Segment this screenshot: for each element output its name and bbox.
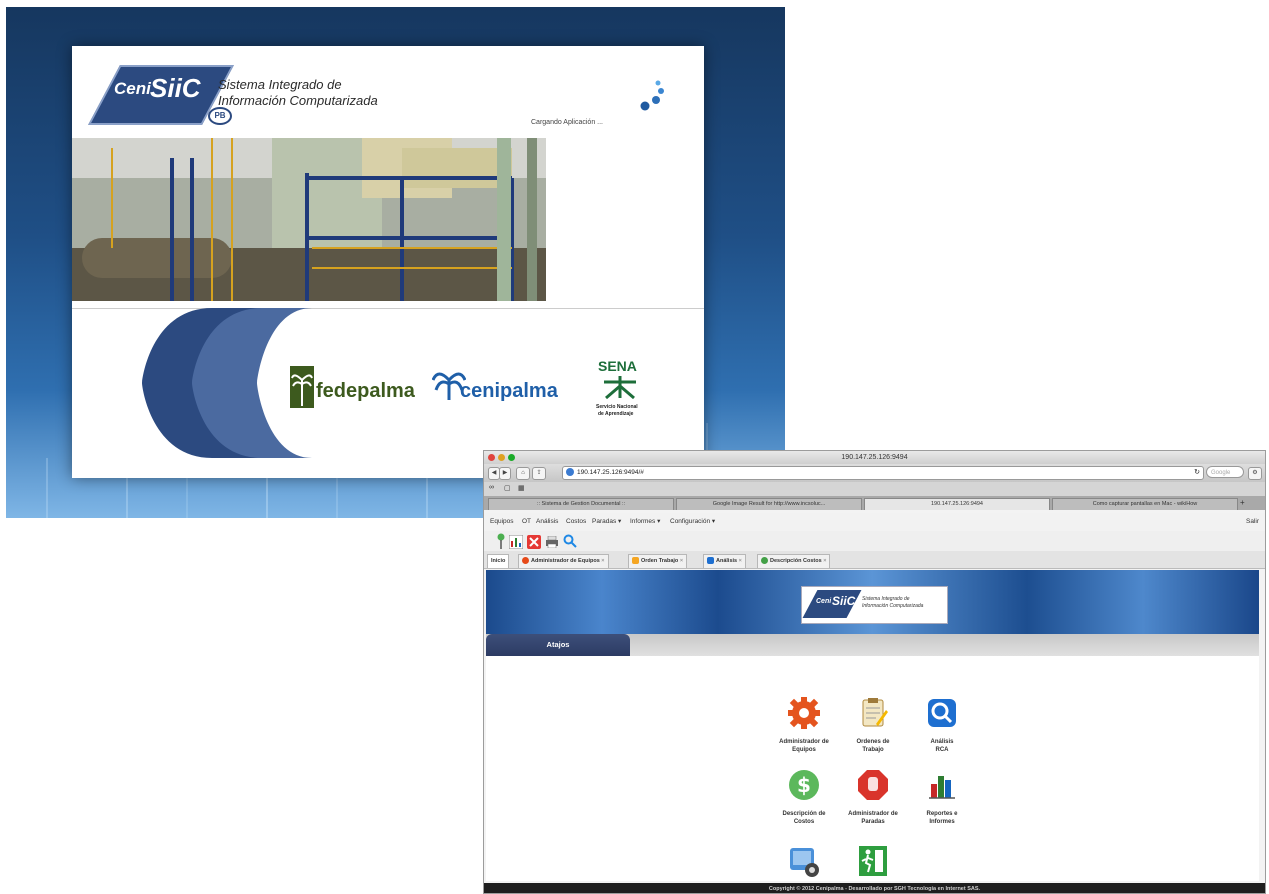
print-icon[interactable] (545, 536, 559, 548)
menu-informes[interactable]: Informes ▾ (630, 513, 660, 531)
menu-salir[interactable]: Salir (1246, 513, 1259, 531)
delete-icon[interactable] (527, 535, 541, 549)
tab-descripcion-costos[interactable]: Descripción Costos × (757, 554, 831, 568)
stop-hand-icon (858, 770, 888, 800)
browser-tab[interactable]: Google Image Result for http://www.incso… (676, 498, 862, 510)
magnifier-icon (707, 557, 714, 565)
palm-icon (290, 366, 314, 408)
app-banner: Ceni SiiC Sistema Integrado de Informaci… (486, 570, 1259, 638)
menu-configuracion[interactable]: Configuración ▾ (670, 513, 715, 531)
svg-text:$: $ (797, 773, 811, 797)
url-field[interactable]: 190.147.25.126:9494/# ↻ (562, 466, 1204, 480)
window-titlebar: 190.147.25.126:9494 (484, 451, 1265, 464)
window-title: 190.147.25.126:9494 (841, 454, 908, 461)
menu-costos[interactable]: Costos (566, 513, 586, 531)
loading-text: Cargando Aplicación ... (531, 119, 603, 126)
brand-swoosh (142, 308, 312, 458)
menu-paradas[interactable]: Paradas ▾ (592, 513, 621, 531)
app-icon-toolbar (484, 531, 1265, 551)
gear-icon (522, 557, 529, 565)
share-button[interactable]: ⇪ (532, 467, 546, 480)
bookmarks-bar: ∞ ▢ ▦ (484, 482, 1265, 496)
pin-icon[interactable] (496, 533, 506, 549)
bar-chart-icon (929, 776, 955, 799)
loading-spinner-icon (640, 80, 664, 111)
shortcut-descripcion-costos[interactable]: $ Descripción de Costos (769, 768, 839, 826)
close-window-button[interactable] (488, 454, 495, 461)
zoom-window-button[interactable] (508, 454, 515, 461)
shortcut-configuracion[interactable] (769, 844, 839, 883)
browser-tab-strip: :: Sistema de Gestion Documental :: Goog… (484, 496, 1265, 510)
chart-edit-icon[interactable] (509, 535, 523, 549)
shortcut-administrador-paradas[interactable]: Administrador de Paradas (838, 768, 908, 826)
exit-icon (859, 846, 887, 876)
close-tab-icon[interactable]: × (680, 558, 683, 564)
reload-icon[interactable]: ↻ (1194, 467, 1200, 479)
close-tab-icon[interactable]: × (601, 558, 604, 564)
sena-logo: SENA Servicio Nacional de Aprendizaje (592, 358, 652, 428)
app-tab-strip: Inicio Administrador de Equipos × Orden … (484, 551, 1265, 569)
shortcut-administrador-equipos[interactable]: Administrador de Equipos (769, 696, 839, 754)
top-sites-icon[interactable]: ▦ (518, 484, 525, 492)
browser-tab-active[interactable]: 190.147.25.126:9494 (864, 498, 1050, 510)
gear-icon (788, 697, 820, 729)
browser-toolbar: ◀ ▶ ⌂ ⇪ 190.147.25.126:9494/# ↻ Google ⚙ (484, 464, 1265, 482)
reading-list-icon[interactable]: ∞ (489, 484, 494, 491)
magnifier-icon (928, 699, 956, 727)
shortcut-ordenes-trabajo[interactable]: Ordenes de Trabajo (838, 696, 908, 754)
atajos-tab[interactable]: Atajos (486, 634, 630, 656)
dollar-icon (761, 557, 768, 565)
search-field[interactable]: Google (1206, 466, 1244, 478)
shortcut-reportes-informes[interactable]: Reportes e Informes (907, 768, 977, 826)
clipboard-icon (632, 557, 639, 565)
dollar-icon: $ (789, 770, 819, 800)
splash-card: Ceni SiiC PB Sistema Integrado de Inform… (72, 46, 704, 478)
search-icon[interactable] (563, 534, 577, 548)
banner-logo: Ceni SiiC Sistema Integrado de Informaci… (801, 586, 948, 624)
browser-window: 190.147.25.126:9494 ◀ ▶ ⌂ ⇪ 190.147.25.1… (483, 450, 1266, 894)
app-footer: Copyright © 2012 Cenipalma - Desarrollad… (484, 883, 1265, 893)
browser-tab[interactable]: Como capturar pantallas en Mac - wikiHow (1052, 498, 1238, 510)
globe-icon (566, 468, 574, 477)
close-tab-icon[interactable]: × (823, 558, 826, 564)
menu-analisis[interactable]: Análisis (536, 513, 558, 531)
shortcuts-panel: Administrador de Equipos Ordenes de Trabaj… (486, 656, 1259, 881)
system-preferences-icon (790, 848, 819, 877)
sena-figure-icon (604, 376, 636, 400)
tab-orden-trabajo[interactable]: Orden Trabajo × (628, 554, 688, 568)
tab-administrador-equipos[interactable]: Administrador de Equipos × (518, 554, 609, 568)
shortcut-salir[interactable] (838, 844, 908, 883)
home-button[interactable]: ⌂ (516, 467, 530, 480)
tab-analisis[interactable]: Análisis × (703, 554, 746, 568)
new-tab-button[interactable]: + (1240, 498, 1245, 507)
close-tab-icon[interactable]: × (739, 558, 742, 564)
ceni-siic-logo: Ceni SiiC PB Sistema Integrado de Inform… (88, 63, 420, 129)
url-text: 190.147.25.126:9494/# (577, 469, 644, 476)
settings-gear-icon[interactable]: ⚙ (1248, 467, 1262, 480)
bookmarks-icon[interactable]: ▢ (504, 484, 511, 492)
minimize-window-button[interactable] (498, 454, 505, 461)
tab-inicio[interactable]: Inicio (487, 554, 510, 568)
plant-photo (72, 138, 546, 301)
app-menu-bar: Equipos OT Análisis Costos Paradas ▾ Inf… (484, 513, 1265, 531)
menu-equipos[interactable]: Equipos (490, 513, 514, 531)
forward-button[interactable]: ▶ (499, 467, 511, 480)
clipboard-icon (862, 698, 888, 727)
menu-ot[interactable]: OT (522, 513, 531, 531)
browser-tab[interactable]: :: Sistema de Gestion Documental :: (488, 498, 674, 510)
shortcut-analisis-rca[interactable]: Análisis RCA (907, 696, 977, 754)
